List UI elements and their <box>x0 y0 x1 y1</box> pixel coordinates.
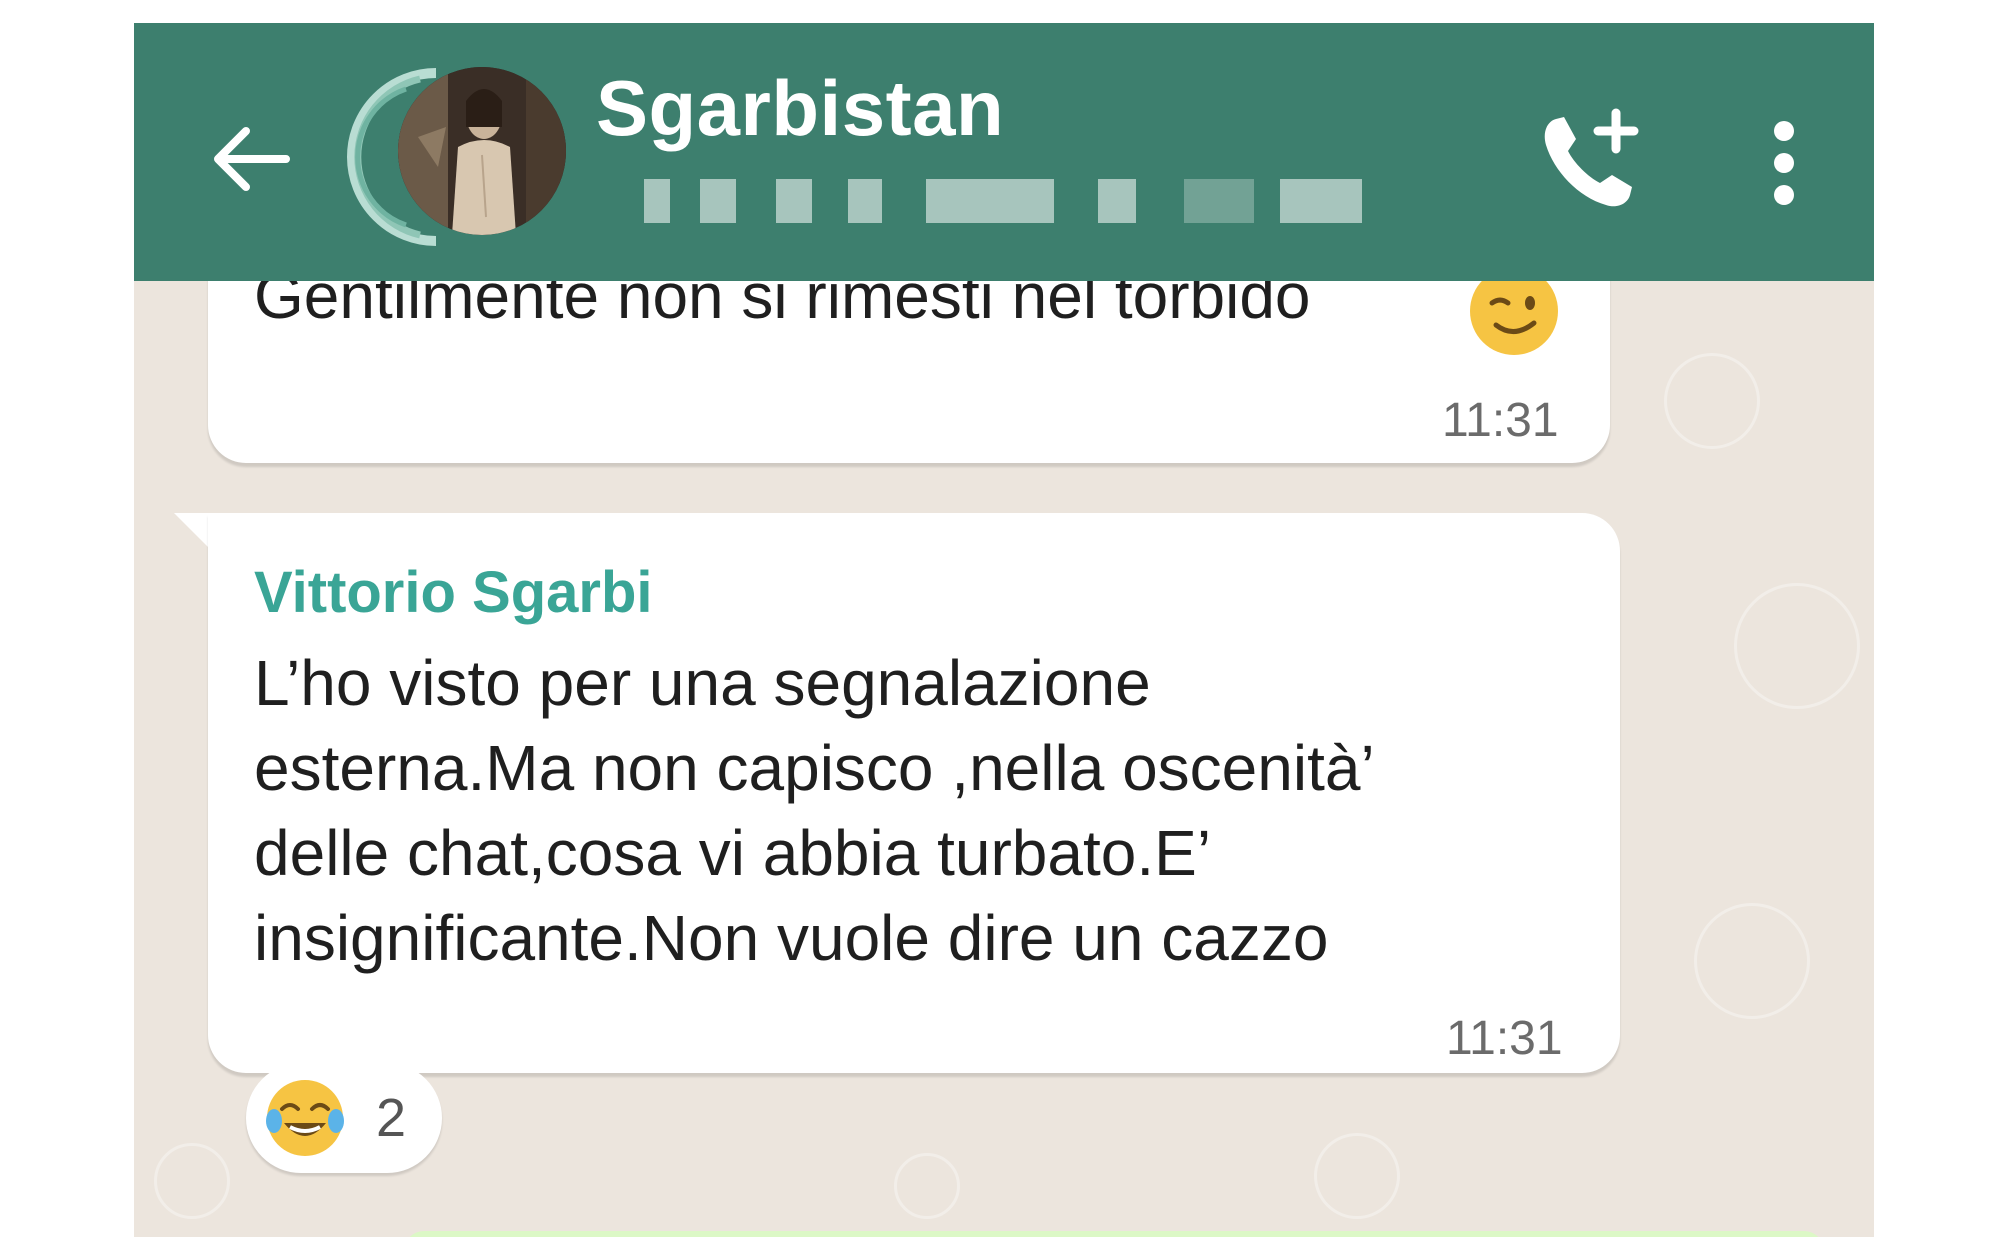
more-vertical-icon <box>1774 121 1794 205</box>
wallpaper-doodle <box>1734 583 1860 709</box>
group-avatar-button[interactable] <box>346 67 576 247</box>
chat-screen: Sgarbistan Gentilmente non si rimesti ne… <box>134 23 1874 1237</box>
wallpaper-doodle <box>1694 903 1810 1019</box>
avatar <box>398 67 566 235</box>
redaction-block <box>1280 179 1362 223</box>
back-button[interactable] <box>202 111 298 207</box>
next-message-bubble-edge <box>404 1231 1824 1237</box>
redaction-block <box>700 179 736 223</box>
message-time: 11:31 <box>1442 394 1559 447</box>
wallpaper-doodle <box>1664 353 1760 449</box>
redaction-block <box>776 179 812 223</box>
message-time: 11:31 <box>1446 1012 1563 1065</box>
arrow-left-icon <box>214 127 290 191</box>
members-subtitle-redacted <box>634 179 1454 223</box>
painting-figure-icon <box>398 67 566 235</box>
redaction-block <box>926 179 1054 223</box>
redaction-block <box>848 179 882 223</box>
redaction-block <box>1098 179 1136 223</box>
add-call-icon <box>1544 108 1639 207</box>
message-line: L’ho visto per una segnalazione <box>254 647 1151 719</box>
chat-header: Sgarbistan <box>134 23 1874 281</box>
message-line: insignificante.Non vuole dire un cazzo <box>254 902 1329 974</box>
reaction-chip[interactable]: 2 <box>246 1063 442 1173</box>
redaction-block <box>1184 179 1254 223</box>
add-call-button[interactable] <box>1534 105 1644 215</box>
more-options-button[interactable] <box>1754 113 1814 213</box>
redaction-block <box>644 179 670 223</box>
wallpaper-doodle <box>154 1143 230 1219</box>
wallpaper-doodle <box>1314 1133 1400 1219</box>
reaction-count: 2 <box>376 1088 407 1148</box>
chat-title: Sgarbistan <box>596 64 1005 152</box>
message-line: esterna.Ma non capisco ,nella oscenità’ <box>254 732 1375 804</box>
sender-name[interactable]: Vittorio Sgarbi <box>254 559 653 626</box>
message-line: delle chat,cosa vi abbia turbato.E’ <box>254 817 1212 889</box>
message-text: L’ho visto per una segnalazione esterna.… <box>254 641 1594 981</box>
wallpaper-doodle <box>894 1153 960 1219</box>
face-with-tears-of-joy-emoji-icon <box>266 1080 344 1156</box>
